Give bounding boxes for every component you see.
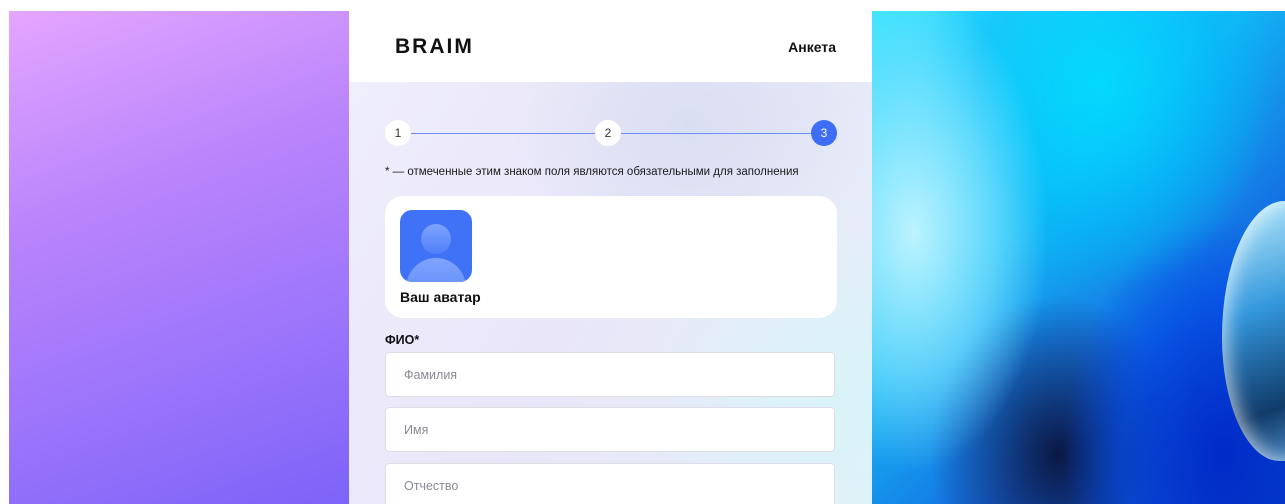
step-1[interactable]: 1 <box>385 120 411 146</box>
page: BRAIM Анкета 1 2 3 * — отмеченные этим з… <box>0 0 1285 504</box>
avatar-upload-button[interactable] <box>400 210 472 282</box>
fio-label: ФИО* <box>385 333 420 347</box>
user-placeholder-icon <box>406 224 466 282</box>
left-gradient-panel <box>9 11 349 504</box>
avatar-card: Ваш аватар <box>385 196 837 318</box>
header: BRAIM Анкета <box>349 11 872 82</box>
step-connector <box>621 132 811 134</box>
stepper: 1 2 3 <box>385 120 837 146</box>
middle-name-input[interactable] <box>385 463 835 504</box>
glass-shape-decoration <box>1222 201 1285 461</box>
form-area: 1 2 3 * — отмеченные этим знаком поля яв… <box>349 82 872 504</box>
step-connector <box>411 132 595 134</box>
required-fields-note: * — отмеченные этим знаком поля являются… <box>385 166 799 178</box>
avatar-label: Ваш аватар <box>400 289 481 305</box>
logo[interactable]: BRAIM <box>395 35 474 59</box>
questionnaire-panel: BRAIM Анкета 1 2 3 * — отмеченные этим з… <box>349 11 872 504</box>
step-2[interactable]: 2 <box>595 120 621 146</box>
page-title: Анкета <box>788 39 836 55</box>
last-name-input[interactable] <box>385 352 835 397</box>
right-decorative-image <box>872 11 1285 504</box>
first-name-input[interactable] <box>385 407 835 452</box>
step-3-active[interactable]: 3 <box>811 120 837 146</box>
